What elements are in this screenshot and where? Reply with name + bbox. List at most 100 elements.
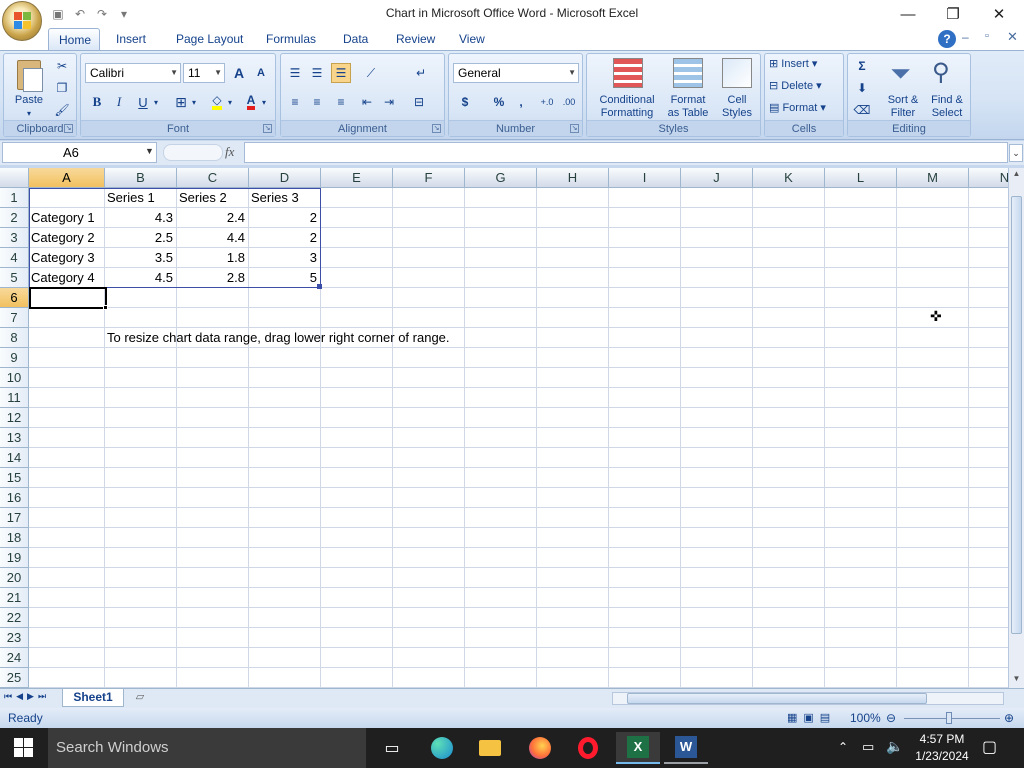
row-header-13[interactable]: 13 [0, 428, 29, 448]
underline-dropdown-icon[interactable]: ▾ [151, 92, 161, 112]
sort-filter-label-1[interactable]: Sort & [878, 94, 928, 107]
cell-styles-label-1[interactable]: Cell [715, 94, 759, 107]
horizontal-scroll-thumb[interactable] [627, 693, 927, 704]
ribbon-minimize-icon[interactable]: – [962, 30, 969, 44]
cell-c5[interactable]: 2.8 [176, 268, 248, 288]
cell-styles-label-2[interactable]: Styles [715, 107, 759, 120]
paste-icon[interactable] [13, 58, 45, 94]
font-name-select[interactable]: Calibri ▼ [85, 63, 181, 83]
shrink-font-button[interactable]: A [251, 63, 271, 83]
tab-view[interactable]: View [449, 28, 495, 50]
save-icon[interactable]: ▣ [48, 5, 68, 23]
formula-bar-splitter[interactable] [163, 144, 223, 161]
clock-time[interactable]: 4:57 PM [912, 732, 972, 746]
row-header-3[interactable]: 3 [0, 228, 29, 248]
row-header-19[interactable]: 19 [0, 548, 29, 568]
view-buttons-icon[interactable]: ▦▣▤ [787, 711, 836, 724]
row-header-22[interactable]: 22 [0, 608, 29, 628]
clipboard-launcher-icon[interactable]: ↘ [64, 124, 73, 133]
row-header-11[interactable]: 11 [0, 388, 29, 408]
firefox-icon[interactable] [518, 732, 562, 764]
clock-date[interactable]: 1/23/2024 [908, 749, 976, 763]
worksheet-grid[interactable]: ABCDEFGHIJKLMN 1 2 3 4 5 6 7 8 9 10 11 12 13 14 15 16 17… [0, 168, 1008, 688]
customize-qat-icon[interactable]: ▾ [114, 5, 134, 23]
zoom-out-icon[interactable]: ⊖ [886, 711, 896, 725]
windows-start-icon[interactable] [14, 738, 34, 758]
column-header-h[interactable]: H [537, 168, 609, 188]
row-header-5[interactable]: 5 [0, 268, 29, 288]
zoom-slider-thumb[interactable] [946, 712, 952, 724]
ribbon-close-icon[interactable]: ✕ [1007, 29, 1018, 45]
volume-muted-icon[interactable]: 🔈 [886, 738, 903, 755]
font-color-dropdown-icon[interactable]: ▾ [259, 92, 269, 112]
cell-d4[interactable]: 3 [248, 248, 320, 268]
cell-a5[interactable]: Category 4 [28, 268, 104, 288]
insert-function-icon[interactable]: fx [225, 144, 234, 160]
delete-cells-button[interactable]: ⊟ Delete ▾ [769, 80, 841, 93]
conditional-formatting-label-2[interactable]: Formatting [589, 107, 665, 120]
clear-icon[interactable]: ⌫ [852, 100, 872, 120]
column-header-a[interactable]: A [29, 168, 105, 188]
format-painter-icon[interactable]: 🖌 [52, 100, 72, 120]
cell-b4[interactable]: 3.5 [104, 248, 176, 268]
show-hidden-icons[interactable]: ⌃ [838, 740, 848, 754]
column-header-n[interactable]: N [969, 168, 1008, 188]
undo-icon[interactable]: ↶ [70, 5, 90, 23]
active-cell-a6[interactable] [29, 287, 107, 309]
row-header-4[interactable]: 4 [0, 248, 29, 268]
find-select-label-2[interactable]: Select [924, 107, 970, 120]
row-header-20[interactable]: 20 [0, 568, 29, 588]
cell-a3[interactable]: Category 2 [28, 228, 104, 248]
help-icon[interactable]: ? [938, 30, 956, 48]
name-box[interactable]: A6 [2, 142, 157, 163]
zoom-slider[interactable] [904, 718, 1000, 719]
column-header-f[interactable]: F [393, 168, 465, 188]
notifications-icon[interactable]: ▢ [982, 737, 997, 757]
zoom-level[interactable]: 100% [850, 711, 881, 725]
tab-page-layout[interactable]: Page Layout [166, 28, 253, 50]
word-taskbar-icon[interactable]: W [664, 732, 708, 764]
borders-icon[interactable]: ⊞ [171, 92, 191, 112]
bold-button[interactable]: B [87, 92, 107, 112]
cell-d2[interactable]: 2 [248, 208, 320, 228]
decrease-decimal-icon[interactable]: .00 [559, 92, 579, 112]
fill-handle[interactable] [103, 305, 108, 310]
sheet-tab-sheet1[interactable]: Sheet1 [62, 689, 124, 707]
name-box-dropdown-icon[interactable]: ▼ [145, 146, 154, 156]
cell-c1[interactable]: Series 2 [176, 188, 248, 208]
expand-formula-bar-icon[interactable]: ⌄ [1009, 144, 1023, 162]
minimize-button[interactable]: — [885, 0, 931, 28]
conditional-formatting-label-1[interactable]: Conditional [589, 94, 665, 107]
row-header-25[interactable]: 25 [0, 668, 29, 688]
restore-button[interactable]: ❐ [930, 0, 976, 28]
tab-home[interactable]: Home [48, 28, 100, 50]
cell-a4[interactable]: Category 3 [28, 248, 104, 268]
column-header-b[interactable]: B [105, 168, 177, 188]
row-header-1[interactable]: 1 [0, 188, 29, 208]
edge-icon[interactable] [420, 732, 464, 764]
ribbon-restore-icon[interactable]: ▫ [985, 30, 989, 42]
scroll-down-icon[interactable]: ▼ [1010, 674, 1023, 684]
zoom-in-icon[interactable]: ⊕ [1004, 711, 1014, 725]
row-header-14[interactable]: 14 [0, 448, 29, 468]
column-header-m[interactable]: M [897, 168, 969, 188]
row-header-10[interactable]: 10 [0, 368, 29, 388]
underline-button[interactable]: U [133, 92, 153, 112]
italic-button[interactable]: I [109, 92, 129, 112]
sort-filter-label-2[interactable]: Filter [878, 107, 928, 120]
fill-color-icon[interactable]: ◇ [207, 92, 227, 112]
align-left-icon[interactable]: ≡ [285, 92, 305, 112]
cell-b3[interactable]: 2.5 [104, 228, 176, 248]
copy-icon[interactable]: ❐ [52, 78, 72, 98]
font-launcher-icon[interactable]: ↘ [263, 124, 272, 133]
tab-insert[interactable]: Insert [106, 28, 156, 50]
formula-input[interactable] [244, 142, 1008, 163]
insert-cells-button[interactable]: ⊞ Insert ▾ [769, 58, 841, 71]
increase-indent-icon[interactable]: ⇥ [379, 92, 399, 112]
font-size-select[interactable]: 11 ▼ [183, 63, 225, 83]
align-right-icon[interactable]: ≡ [331, 92, 351, 112]
cell-c4[interactable]: 1.8 [176, 248, 248, 268]
horizontal-scrollbar[interactable] [612, 692, 1004, 705]
cell-a2[interactable]: Category 1 [28, 208, 104, 228]
row-header-21[interactable]: 21 [0, 588, 29, 608]
